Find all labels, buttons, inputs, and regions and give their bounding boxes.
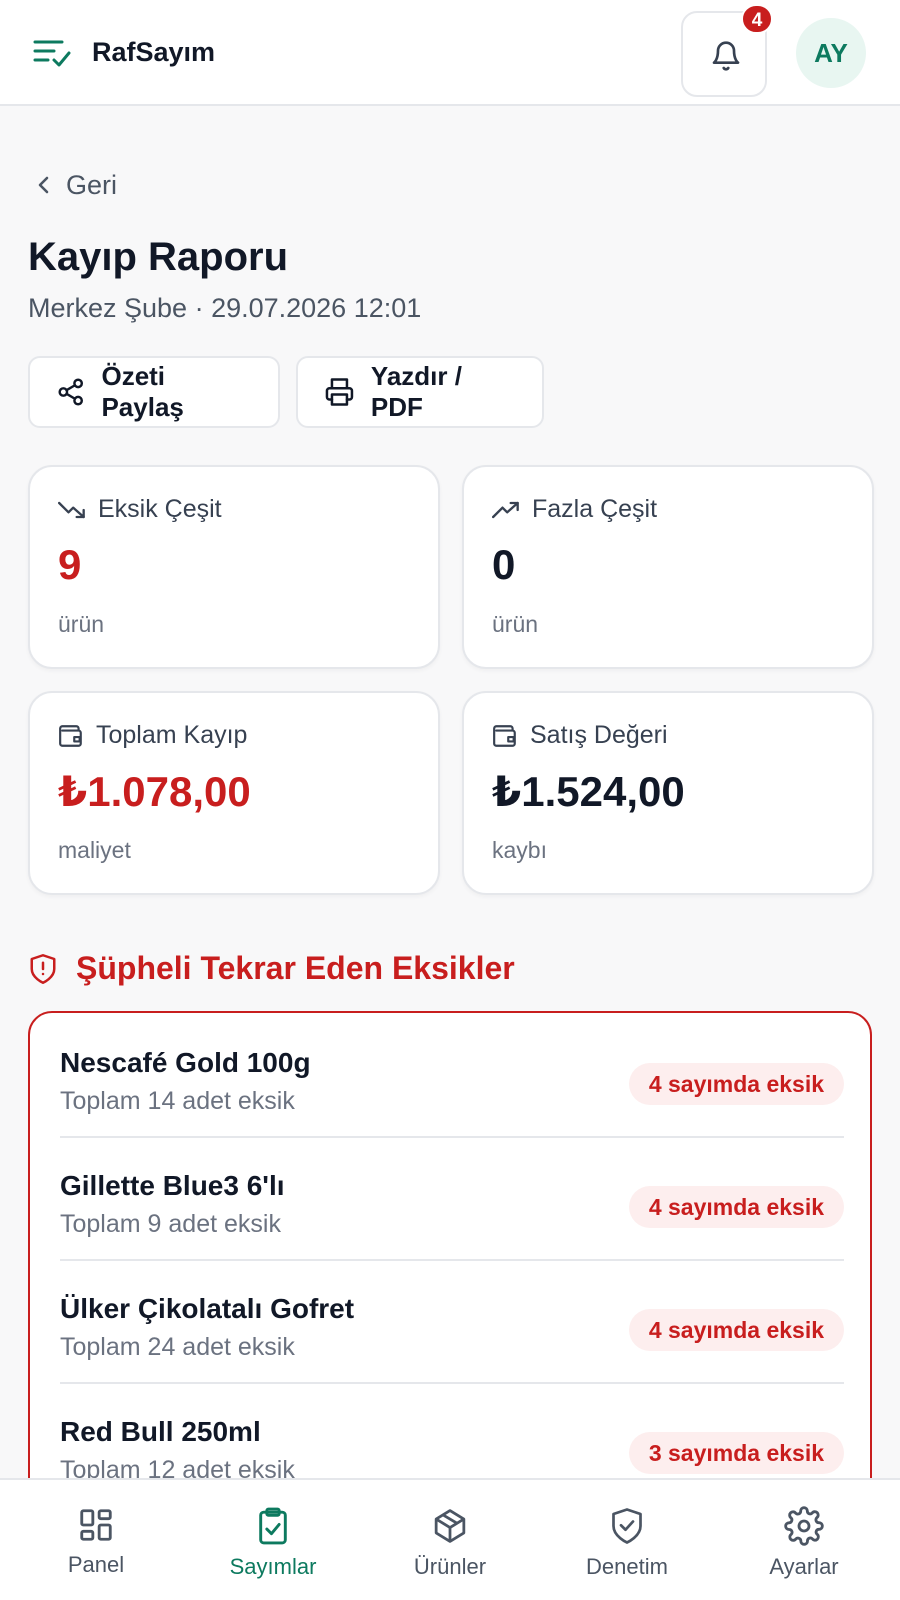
stat-value: 0 — [492, 541, 516, 588]
back-link[interactable]: Geri — [34, 167, 117, 203]
stat-card-sales-value: Satış Değeri ₺1.524,00 kaybı — [462, 691, 874, 895]
list-item[interactable]: Ülker Çikolatalı Gofret Toplam 24 adet e… — [60, 1259, 844, 1384]
stat-value: ₺1.078,00 — [58, 768, 251, 815]
status-badge: 4 sayımda eksik — [628, 1063, 844, 1105]
nav-label: Sayımlar — [229, 1554, 317, 1579]
stat-label: Eksik Çeşit — [98, 495, 222, 523]
avatar[interactable]: AY — [796, 18, 866, 88]
status-badge: 4 sayımda eksik — [628, 1186, 844, 1228]
stat-value: 9 — [58, 541, 82, 588]
print-pdf-label: Yazdır / PDF — [370, 361, 462, 422]
nav-label: Panel — [67, 1552, 125, 1577]
stat-label: Toplam Kayıp — [96, 721, 248, 749]
section-title-suspicious: Şüpheli Tekrar Eden Eksikler — [28, 950, 515, 987]
product-detail: Toplam 24 adet eksik — [60, 1333, 295, 1361]
section-title-text: Şüpheli Tekrar Eden Eksikler — [76, 950, 515, 986]
stat-unit: maliyet — [58, 837, 131, 863]
trending-up-icon — [492, 501, 519, 518]
nav-label: Ürünler — [413, 1554, 487, 1579]
printer-icon — [325, 378, 354, 406]
product-name: Gillette Blue3 6'lı — [60, 1170, 285, 1201]
wallet-icon — [59, 724, 82, 747]
list-item[interactable]: Nescafé Gold 100g Toplam 14 adet eksik 4… — [60, 1013, 844, 1138]
product-name: Nescafé Gold 100g — [60, 1047, 311, 1078]
back-label: Geri — [66, 169, 118, 200]
share-summary-label: Özeti Paylaş — [101, 361, 184, 422]
page-title: Kayıp Raporu — [28, 235, 289, 279]
stat-label: Satış Değeri — [530, 721, 668, 749]
bell-icon — [712, 41, 740, 71]
nav-label: Ayarlar — [769, 1554, 839, 1579]
nav-item-denetim[interactable]: Denetim — [539, 1494, 715, 1594]
product-detail: Toplam 9 adet eksik — [60, 1210, 281, 1238]
stat-card-excess-types: Fazla Çeşit 0 ürün — [462, 465, 874, 669]
box-icon — [434, 1509, 466, 1543]
share-summary-button[interactable]: Özeti Paylaş — [28, 356, 280, 428]
share-icon — [58, 378, 84, 406]
wallet-icon — [493, 724, 516, 747]
top-bar: RafSayım 4 AY — [0, 0, 900, 106]
stat-label: Fazla Çeşit — [532, 495, 658, 523]
stat-unit: kaybı — [492, 837, 547, 863]
chevron-left-icon — [38, 176, 49, 194]
print-pdf-button[interactable]: Yazdır / PDF — [296, 356, 544, 428]
product-name: Red Bull 250ml — [60, 1416, 261, 1447]
stat-unit: ürün — [58, 611, 105, 637]
stat-card-missing-types: Eksik Çeşit 9 ürün — [28, 465, 440, 669]
status-badge: 3 sayımda eksik — [628, 1432, 844, 1474]
nav-item-panel[interactable]: Panel — [8, 1494, 184, 1594]
nav-item-sayimlar[interactable]: Sayımlar — [185, 1494, 361, 1594]
gear-icon — [784, 1506, 824, 1546]
stat-unit: ürün — [492, 611, 539, 637]
nav-item-ayarlar[interactable]: Ayarlar — [716, 1494, 892, 1594]
list-item[interactable]: Gillette Blue3 6'lı Toplam 9 adet eksik … — [60, 1136, 844, 1261]
nav-label: Denetim — [586, 1554, 668, 1579]
bottom-nav: Panel Sayımlar Ürünler Denetim Ayarlar — [0, 1478, 900, 1600]
clipboard-check-icon — [259, 1507, 287, 1545]
app-name: RafSayım — [92, 37, 216, 67]
list-check-icon — [32, 36, 72, 68]
trending-down-icon — [58, 501, 85, 518]
status-badge: 4 sayımda eksik — [628, 1309, 844, 1351]
stat-card-total-loss: Toplam Kayıp ₺1.078,00 maliyet — [28, 691, 440, 895]
notification-badge: 4 — [741, 4, 773, 34]
grid-icon — [80, 1509, 112, 1541]
shield-check-icon — [612, 1508, 642, 1544]
stat-value: ₺1.524,00 — [492, 768, 685, 815]
nav-item-urunler[interactable]: Ürünler — [362, 1494, 538, 1594]
page-subtitle: Merkez Şube · 29.07.2026 12:01 — [28, 293, 422, 323]
shield-alert-icon — [30, 953, 56, 984]
product-name: Ülker Çikolatalı Gofret — [60, 1293, 355, 1324]
product-detail: Toplam 14 adet eksik — [60, 1087, 295, 1115]
